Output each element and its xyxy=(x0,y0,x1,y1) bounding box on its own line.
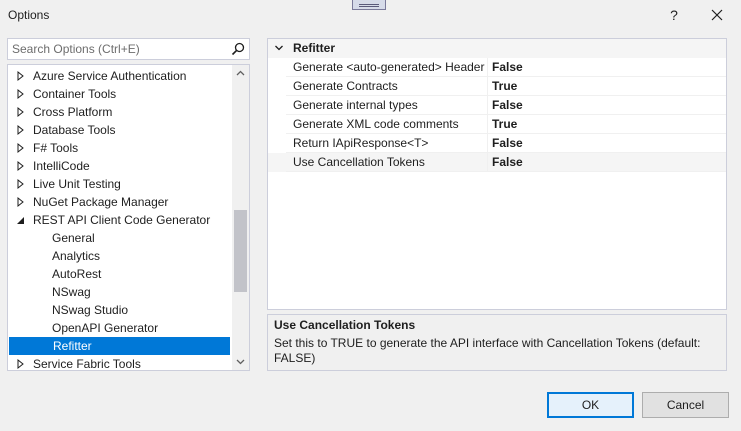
property-row[interactable]: Generate XML code comments True xyxy=(268,115,726,134)
tree-item-label: REST API Client Code Generator xyxy=(33,213,211,227)
close-button[interactable] xyxy=(699,0,735,30)
tree-item[interactable]: General xyxy=(8,229,230,247)
description-text: Set this to TRUE to generate the API int… xyxy=(274,336,701,365)
tree-item-label: Service Fabric Tools xyxy=(33,357,141,371)
tree-item-label: Refitter xyxy=(53,339,92,353)
property-value[interactable]: False xyxy=(492,60,523,74)
property-row[interactable]: Use Cancellation Tokens False xyxy=(268,153,726,172)
cancel-button[interactable]: Cancel xyxy=(642,392,729,418)
property-row[interactable]: Generate internal types False xyxy=(268,96,726,115)
tree-item[interactable]: IntelliCode xyxy=(8,157,230,175)
tree-scrollbar[interactable] xyxy=(232,65,249,370)
column-divider[interactable] xyxy=(487,153,488,172)
category-header[interactable]: Refitter xyxy=(268,39,726,58)
tree-item-label: Live Unit Testing xyxy=(33,177,121,191)
options-tree: Service Fabric Tools Refitter OpenAPI Gene… xyxy=(7,64,250,371)
property-value[interactable]: False xyxy=(492,155,523,169)
tree-item[interactable]: Database Tools xyxy=(8,121,230,139)
tree-item-label: Database Tools xyxy=(33,123,116,137)
column-divider[interactable] xyxy=(487,96,488,115)
column-divider[interactable] xyxy=(487,134,488,153)
collapsed-arrow-icon[interactable] xyxy=(16,121,26,139)
scroll-thumb[interactable] xyxy=(234,210,247,292)
tree-item-label: General xyxy=(52,231,95,245)
collapsed-arrow-icon[interactable] xyxy=(16,175,26,193)
tree-item[interactable]: Analytics xyxy=(8,247,230,265)
tree-item-label: NuGet Package Manager xyxy=(33,195,169,209)
tree-item[interactable]: NuGet Package Manager xyxy=(8,193,230,211)
tree-item[interactable]: OpenAPI Generator xyxy=(8,319,230,337)
property-name: Generate XML code comments xyxy=(293,117,459,131)
drag-grip-icon[interactable] xyxy=(352,0,386,10)
category-label: Refitter xyxy=(293,41,336,55)
chevron-down-icon[interactable] xyxy=(274,43,284,53)
tree-item-label: Cross Platform xyxy=(33,105,113,119)
collapsed-arrow-icon[interactable] xyxy=(16,193,26,211)
tree-item[interactable]: Live Unit Testing xyxy=(8,175,230,193)
tree-item-label: Container Tools xyxy=(33,87,117,101)
tree-item-label: OpenAPI Generator xyxy=(52,321,159,335)
tree-item[interactable]: NSwag xyxy=(8,283,230,301)
collapsed-arrow-icon[interactable] xyxy=(16,85,26,103)
tree-item-label: F# Tools xyxy=(33,141,79,155)
close-icon xyxy=(711,9,723,21)
collapsed-arrow-icon[interactable] xyxy=(16,355,26,371)
ok-button[interactable]: OK xyxy=(547,392,634,418)
column-divider[interactable] xyxy=(487,58,488,77)
tree-item-label: NSwag Studio xyxy=(52,303,129,317)
search-box xyxy=(7,38,250,60)
tree-item[interactable]: REST API Client Code Generator xyxy=(8,211,230,229)
help-button[interactable]: ? xyxy=(656,0,692,30)
tree-item[interactable]: F# Tools xyxy=(8,139,230,157)
collapsed-arrow-icon[interactable] xyxy=(16,67,26,85)
property-value[interactable]: False xyxy=(492,98,523,112)
scroll-down-icon[interactable] xyxy=(232,353,249,370)
column-divider[interactable] xyxy=(487,77,488,96)
collapsed-arrow-icon[interactable] xyxy=(16,103,26,121)
collapsed-arrow-icon[interactable] xyxy=(16,157,26,175)
tree-item[interactable]: NSwag Studio xyxy=(8,301,230,319)
collapsed-arrow-icon[interactable] xyxy=(16,139,26,157)
search-icon[interactable] xyxy=(230,41,246,57)
property-row[interactable]: Generate Contracts True xyxy=(268,77,726,96)
tree-item-label: AutoRest xyxy=(52,267,102,281)
tree-item[interactable]: Azure Service Authentication xyxy=(8,67,230,85)
tree-item-label: Azure Service Authentication xyxy=(33,69,187,83)
property-row[interactable]: Return IApiResponse<T> False xyxy=(268,134,726,153)
window-title: Options xyxy=(8,8,50,22)
property-grid: Refitter Generate <auto-generated> Heade… xyxy=(267,38,727,310)
title-bar: Options ? xyxy=(0,0,741,30)
description-title: Use Cancellation Tokens xyxy=(274,318,416,332)
tree-item[interactable]: Refitter xyxy=(9,337,230,355)
search-input[interactable] xyxy=(12,41,222,57)
expanded-arrow-icon[interactable] xyxy=(16,211,26,229)
property-name: Generate Contracts xyxy=(293,79,398,93)
column-divider[interactable] xyxy=(487,115,488,134)
property-value[interactable]: False xyxy=(492,136,523,150)
tree-item-label: NSwag xyxy=(52,285,91,299)
tree-item[interactable]: Service Fabric Tools xyxy=(8,355,230,371)
property-name: Return IApiResponse<T> xyxy=(293,136,429,150)
tree-item[interactable]: Cross Platform xyxy=(8,103,230,121)
tree-item[interactable]: AutoRest xyxy=(8,265,230,283)
tree-item-label: IntelliCode xyxy=(33,159,90,173)
property-row[interactable]: Generate <auto-generated> Header False xyxy=(268,58,726,77)
description-panel: Use Cancellation Tokens Set this to TRUE… xyxy=(267,314,727,371)
tree-item-label: Analytics xyxy=(52,249,101,263)
property-name: Generate <auto-generated> Header xyxy=(293,60,485,74)
property-name: Use Cancellation Tokens xyxy=(293,155,425,169)
scroll-up-icon[interactable] xyxy=(232,65,249,82)
property-value[interactable]: True xyxy=(492,117,517,131)
property-value[interactable]: True xyxy=(492,79,517,93)
tree-item[interactable]: Container Tools xyxy=(8,85,230,103)
row-divider xyxy=(286,171,726,172)
property-name: Generate internal types xyxy=(293,98,418,112)
